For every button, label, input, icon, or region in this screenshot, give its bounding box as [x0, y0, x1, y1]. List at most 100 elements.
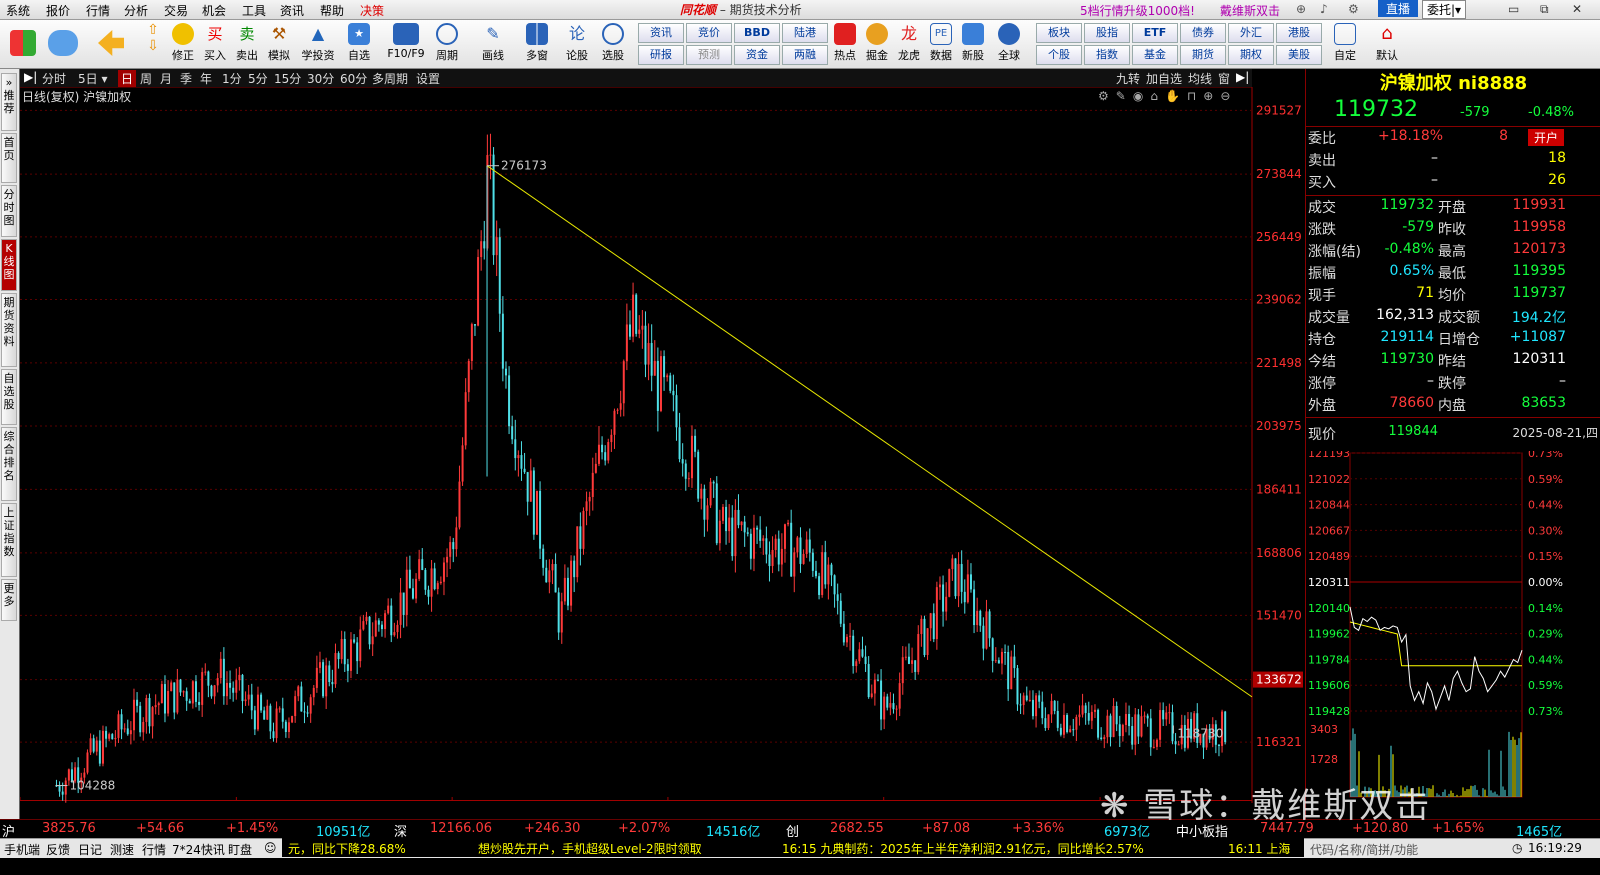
gear-icon[interactable]: ⚙ [1348, 2, 1359, 16]
back-button[interactable] [96, 22, 126, 66]
toolbar-forum-button[interactable]: 论论股 [562, 22, 592, 66]
nine-turn-button[interactable]: 九转 [1116, 70, 1140, 87]
add-watchlist-button[interactable]: 加自选 [1146, 70, 1182, 87]
left-tab-futures-info[interactable]: 期货资料 [1, 293, 17, 367]
market-tab[interactable]: 行情 [142, 841, 166, 858]
toolbar-multiwin-button[interactable]: 多窗 [522, 22, 552, 66]
menu-analysis[interactable]: 分析 [124, 2, 148, 19]
left-tab-home[interactable]: 首页 [1, 133, 17, 183]
kline-chart[interactable]: 291527 273844 256449 239062 221498 203975 1864… [20, 87, 1304, 803]
period-tab-multi[interactable]: 多周期 [372, 70, 408, 87]
live-button[interactable]: 直播 [1378, 0, 1419, 17]
menu-decision[interactable]: 决策 [360, 2, 384, 19]
grid-stock-button[interactable]: 个股 [1036, 45, 1082, 65]
watch-tab[interactable]: 盯盘 [228, 841, 252, 858]
toolbar-sell-button[interactable]: 卖卖出 [232, 22, 262, 66]
grid-forex-button[interactable]: 外汇 [1228, 23, 1274, 43]
close-icon[interactable]: ✕ [1572, 2, 1582, 16]
grid-bond-button[interactable]: 债券 [1180, 23, 1226, 43]
toolbar-ipo-button[interactable]: 新股 [958, 22, 988, 66]
toolbar-fix-button[interactable]: 修正 [168, 22, 198, 66]
grid-fund-button[interactable]: 基金 [1132, 45, 1178, 65]
grid-forecast-button[interactable]: 预测 [686, 45, 732, 65]
grid-margin-button[interactable]: 两融 [782, 45, 828, 65]
grid-index-button[interactable]: 指数 [1084, 45, 1130, 65]
entrust-button[interactable]: 委托|▾ [1422, 0, 1467, 19]
diary-tab[interactable]: 日记 [78, 841, 102, 858]
grid-index-futures-button[interactable]: 股指 [1084, 23, 1130, 43]
mobile-tab[interactable]: 手机端 [4, 841, 40, 858]
chat-icon[interactable]: ☺ [264, 841, 277, 855]
ticker-item[interactable]: 16:15 九典制药：2025年上半年净利润2.91亿元，同比增长2.57% [782, 840, 1144, 857]
toolbar-pick-button[interactable]: 选股 [598, 22, 628, 66]
user-name[interactable]: 戴维斯双击 [1220, 2, 1280, 19]
toolbar-period-button[interactable]: 周期 [432, 22, 462, 66]
toolbar-global-button[interactable]: 全球 [994, 22, 1024, 66]
robot-button[interactable] [48, 22, 78, 66]
speedtest-tab[interactable]: 测速 [110, 841, 134, 858]
left-tab-recommend[interactable]: » 推荐 [1, 73, 17, 131]
toolbar-custom-button[interactable]: 自定 [1330, 22, 1360, 66]
menu-quote[interactable]: 报价 [46, 2, 70, 19]
play-icon[interactable]: ▶| [24, 70, 37, 84]
menu-trade[interactable]: 交易 [164, 2, 188, 19]
period-tab-timeshare[interactable]: 分时 [42, 70, 66, 87]
news724-tab[interactable]: 7*24快讯 [172, 841, 225, 858]
menu-news[interactable]: 资讯 [280, 2, 304, 19]
grid-bid-button[interactable]: 竞价 [686, 23, 732, 43]
restore-icon[interactable]: ⧉ [1540, 2, 1549, 17]
ma-button[interactable]: 均线 [1188, 70, 1212, 87]
period-tab-1min[interactable]: 1分 [222, 70, 242, 87]
ticker-item[interactable]: 16:11 上海 [1228, 840, 1290, 857]
grid-capital-button[interactable]: 资金 [734, 45, 780, 65]
menu-tools[interactable]: 工具 [242, 2, 266, 19]
period-tab-week[interactable]: 周 [140, 70, 152, 87]
grid-futures-button[interactable]: 期货 [1180, 45, 1226, 65]
grid-report-button[interactable]: 研报 [638, 45, 684, 65]
expand-icon[interactable]: ▶| [1236, 70, 1249, 84]
minimize-icon[interactable]: ▭ [1508, 2, 1519, 16]
news-ticker[interactable]: 元，同比下降28.68% 想炒股先开户，手机超级Level-2限时领取 16:1… [282, 838, 1304, 857]
grid-us-stock-button[interactable]: 美股 [1276, 45, 1322, 65]
promo-link[interactable]: 5档行情升级1000档! [1080, 2, 1195, 19]
left-tab-more[interactable]: 更多 [1, 579, 17, 621]
left-tab-ranking[interactable]: 综合排名 [1, 427, 17, 501]
left-tab-kline[interactable]: K线图 [1, 239, 17, 291]
search-input[interactable]: 代码/名称/简拼/功能 [1310, 841, 1418, 858]
period-tab-30min[interactable]: 30分 [307, 70, 334, 87]
period-tab-5day[interactable]: 5日 ▾ [78, 70, 107, 87]
toolbar-learn-button[interactable]: ▲ 学投资 [300, 22, 336, 66]
period-tab-15min[interactable]: 15分 [274, 70, 301, 87]
bell-icon[interactable]: ♪ [1320, 2, 1328, 16]
grid-etf-button[interactable]: ETF [1132, 23, 1178, 43]
toolbar-f10-button[interactable]: F10/F9 [386, 22, 426, 66]
toolbar-dig-button[interactable]: 掘金 [862, 22, 892, 66]
grid-news-button[interactable]: 资讯 [638, 23, 684, 43]
grid-sector-button[interactable]: 板块 [1036, 23, 1082, 43]
period-tab-year[interactable]: 年 [200, 70, 212, 87]
period-tab-60min[interactable]: 60分 [340, 70, 367, 87]
toolbar-watchlist-button[interactable]: ★ 自选 [344, 22, 374, 66]
toolbar-hot-button[interactable]: 热点 [830, 22, 860, 66]
toolbar-dragon-button[interactable]: 龙龙虎 [894, 22, 924, 66]
menu-chance[interactable]: 机会 [202, 2, 226, 19]
page-updown-button[interactable]: ⇧ ⇩ [138, 22, 168, 66]
toolbar-default-button[interactable]: ⌂ 默认 [1372, 22, 1402, 66]
period-tab-month[interactable]: 月 [160, 70, 172, 87]
toolbar-simulate-button[interactable]: ⚒ 模拟 [264, 22, 294, 66]
period-tab-quarter[interactable]: 季 [180, 70, 192, 87]
feedback-tab[interactable]: 反馈 [46, 841, 70, 858]
grid-hk-connect-button[interactable]: 陆港 [782, 23, 828, 43]
layout-button[interactable] [8, 22, 38, 66]
lock-icon[interactable]: ⊕ [1296, 2, 1306, 16]
left-tab-sh-index[interactable]: 上证指数 [1, 503, 17, 577]
left-tab-timeshare[interactable]: 分时图 [1, 185, 17, 237]
menu-market[interactable]: 行情 [86, 2, 110, 19]
grid-options-button[interactable]: 期权 [1228, 45, 1274, 65]
period-tab-settings[interactable]: 设置 [416, 70, 440, 87]
left-tab-watchlist[interactable]: 自选股 [1, 369, 17, 425]
grid-hk-stock-button[interactable]: 港股 [1276, 23, 1322, 43]
period-tab-day[interactable]: 日 [118, 70, 137, 87]
menu-system[interactable]: 系统 [6, 2, 30, 19]
window-button[interactable]: 窗 [1218, 70, 1230, 87]
